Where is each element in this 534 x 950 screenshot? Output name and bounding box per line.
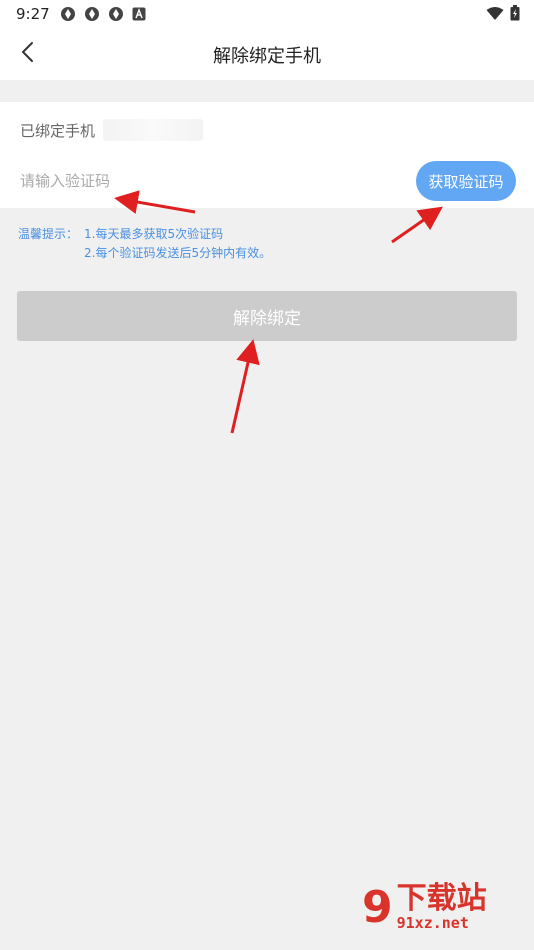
get-code-button[interactable]: 获取验证码: [416, 161, 516, 201]
tip-line-1: 1.每天最多获取5次验证码: [84, 227, 224, 241]
tips: 温馨提示： 1.每天最多获取5次验证码 2.每个验证码发送后5分钟内有效。: [18, 225, 271, 263]
watermark-domain: 91xz.net: [396, 914, 469, 932]
notification-icons: [60, 6, 146, 26]
font-icon: [132, 6, 146, 26]
status-time: 9:27: [16, 5, 50, 23]
battery-icon: [510, 5, 520, 25]
bound-phone-value: [103, 119, 204, 141]
page-title: 解除绑定手机: [213, 46, 321, 67]
watermark-logo: 9 下载站 91xz.net: [362, 881, 487, 933]
bound-phone-row: 已绑定手机: [20, 118, 204, 142]
tip-line-2: 2.每个验证码发送后5分钟内有效。: [84, 246, 272, 260]
app-notification-icon: [108, 6, 124, 26]
app-notification-icon: [84, 6, 100, 26]
watermark-title: 下载站: [396, 881, 487, 916]
app-notification-icon: [60, 6, 76, 26]
unbind-button[interactable]: 解除绑定: [17, 291, 517, 341]
app-header: 解除绑定手机: [0, 28, 534, 80]
annotation-arrow: [391, 206, 443, 244]
status-right-icons: [486, 5, 520, 25]
annotation-arrow: [230, 339, 260, 434]
status-bar: 9:27: [0, 0, 534, 28]
verification-code-input[interactable]: [20, 166, 400, 196]
bound-phone-label: 已绑定手机: [20, 121, 96, 140]
wifi-icon: [486, 6, 504, 25]
tips-prefix: 温馨提示：: [18, 227, 79, 241]
watermark-mark: 9: [362, 882, 393, 933]
